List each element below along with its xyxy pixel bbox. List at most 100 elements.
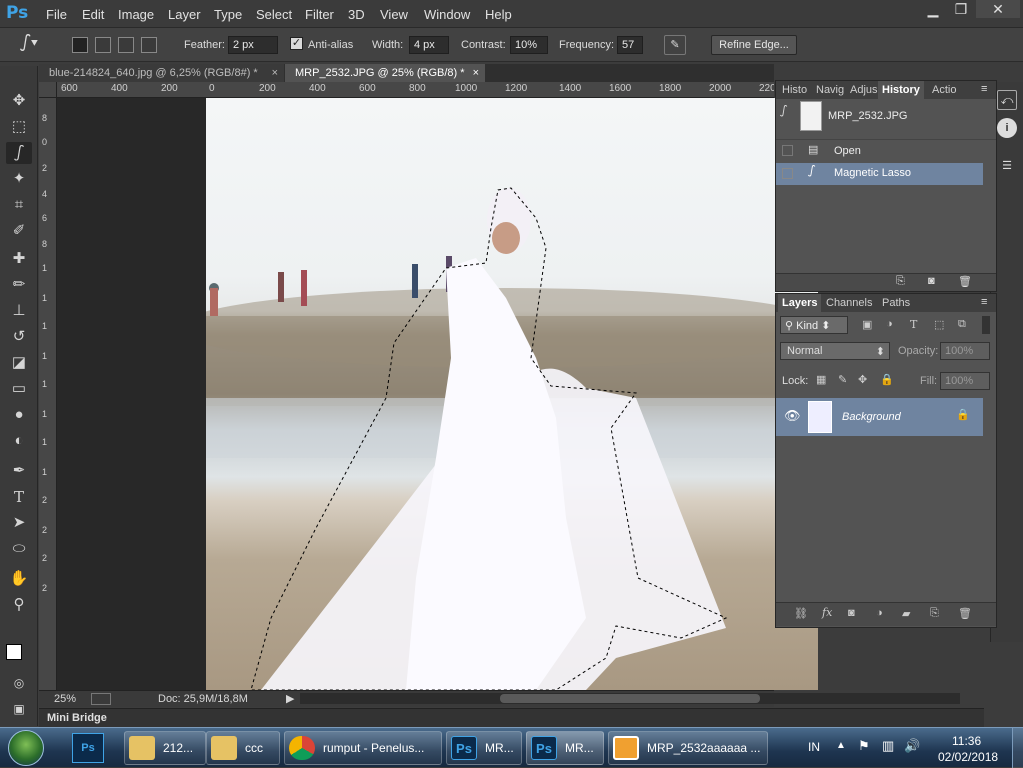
tab-adjustments[interactable]: Adjus: [846, 81, 882, 99]
clock-date[interactable]: 02/02/2018: [938, 750, 998, 764]
properties-dock-icon[interactable]: ☰: [997, 156, 1017, 176]
tab-paths[interactable]: Paths: [878, 294, 914, 312]
tab-close-icon[interactable]: ×: [473, 64, 479, 82]
dodge-tool-icon[interactable]: ◐: [6, 430, 32, 452]
tab-actions[interactable]: Actio: [928, 81, 960, 99]
layer-name[interactable]: Background: [842, 411, 901, 423]
add-mask-icon[interactable]: ◙: [848, 607, 855, 619]
zoom-level[interactable]: 25%: [54, 693, 76, 705]
pen-pressure-icon[interactable]: ✎: [664, 35, 686, 55]
layer-row-background[interactable]: 👁 Background 🔒: [776, 398, 983, 436]
tab-histogram[interactable]: Histo: [778, 81, 811, 99]
history-dock-icon[interactable]: ⤺: [997, 90, 1017, 110]
new-layer-icon[interactable]: ⎘: [930, 607, 939, 620]
taskbar-item-folder-ccc[interactable]: ccc: [206, 731, 280, 765]
history-state-open[interactable]: ▤ Open: [776, 139, 996, 162]
lock-position-icon[interactable]: ✥: [858, 373, 867, 386]
history-brush-icon[interactable]: ↺: [6, 326, 32, 348]
subtract-selection-icon[interactable]: [118, 37, 134, 53]
show-hidden-icons-icon[interactable]: ▲: [836, 740, 846, 751]
quick-mask-icon[interactable]: ◎: [6, 672, 32, 694]
intersect-selection-icon[interactable]: [141, 37, 157, 53]
frequency-input[interactable]: 57: [617, 36, 643, 54]
adjustment-layer-icon[interactable]: ◑: [876, 607, 883, 619]
close-window-button[interactable]: ✕: [976, 0, 1020, 18]
feather-input[interactable]: 2 px: [228, 36, 278, 54]
menu-edit[interactable]: Edit: [82, 7, 104, 22]
start-button-icon[interactable]: [8, 730, 44, 766]
healing-brush-icon[interactable]: ✚: [6, 248, 32, 270]
document-image[interactable]: [206, 98, 818, 690]
filter-smart-object-icon[interactable]: ⧉: [958, 318, 966, 331]
menu-image[interactable]: Image: [118, 7, 154, 22]
menu-type[interactable]: Type: [214, 7, 242, 22]
panel-menu-icon[interactable]: ≡: [981, 296, 987, 308]
filter-pixel-icon[interactable]: ▣: [862, 318, 872, 331]
taskbar-item-photo-viewer[interactable]: MRP_2532aaaaaa ...: [608, 731, 768, 765]
magnetic-lasso-preset-icon[interactable]: ഽ▾: [20, 34, 50, 56]
photoshop-pinned-icon[interactable]: Ps: [72, 733, 104, 763]
ruler-origin[interactable]: [39, 82, 57, 98]
volume-icon[interactable]: 🔊: [904, 738, 920, 754]
move-tool-icon[interactable]: ✥: [6, 90, 32, 112]
zoom-tool-icon[interactable]: ⚲: [6, 594, 32, 616]
tab-blue-jpg[interactable]: blue-214824_640.jpg @ 6,25% (RGB/8#) * ×: [39, 64, 284, 82]
tab-mrp-jpg[interactable]: MRP_2532.JPG @ 25% (RGB/8) * ×: [285, 64, 485, 82]
lock-all-icon[interactable]: 🔒: [880, 373, 894, 386]
brush-tool-icon[interactable]: ✏: [6, 274, 32, 296]
new-group-icon[interactable]: ▰: [902, 607, 910, 620]
action-center-flag-icon[interactable]: ⚑: [858, 738, 870, 754]
new-selection-icon[interactable]: [72, 37, 88, 53]
tab-channels[interactable]: Channels: [822, 294, 876, 312]
lock-transparent-icon[interactable]: ▦: [816, 373, 826, 386]
info-dock-icon[interactable]: i: [997, 118, 1017, 138]
ellipse-tool-icon[interactable]: ⬭: [6, 538, 32, 560]
restore-button[interactable]: ❐: [946, 0, 976, 18]
menu-select[interactable]: Select: [256, 7, 292, 22]
tab-navigator[interactable]: Navig: [812, 81, 848, 99]
tab-close-icon[interactable]: ×: [272, 64, 278, 82]
menu-view[interactable]: View: [380, 7, 408, 22]
menu-file[interactable]: File: [46, 7, 67, 22]
taskbar-item-photoshop-2[interactable]: Ps MR...: [526, 731, 604, 765]
show-desktop-button[interactable]: [1012, 728, 1023, 768]
blur-tool-icon[interactable]: ●: [6, 404, 32, 426]
new-snapshot-icon[interactable]: ◙: [928, 275, 935, 287]
menu-layer[interactable]: Layer: [168, 7, 201, 22]
status-toggle-icon[interactable]: [91, 693, 111, 705]
history-state-magnetic-lasso[interactable]: ഽ Magnetic Lasso: [776, 163, 983, 185]
foreground-color-swatch[interactable]: [6, 644, 22, 660]
filter-adjustment-icon[interactable]: ◑: [886, 318, 893, 330]
gradient-icon[interactable]: ▭: [6, 378, 32, 400]
blend-mode-select[interactable]: Normal ⬍: [780, 342, 890, 360]
lasso-tool-icon[interactable]: ഽ: [6, 142, 32, 164]
path-selection-icon[interactable]: ➤: [6, 512, 32, 534]
minimize-button[interactable]: ▁: [918, 0, 948, 18]
trash-icon[interactable]: 🗑: [958, 275, 972, 288]
link-layers-icon[interactable]: ⛓: [794, 607, 808, 620]
snapshot-name[interactable]: MRP_2532.JPG: [828, 110, 907, 122]
menu-3d[interactable]: 3D: [348, 7, 365, 22]
status-menu-icon[interactable]: ▶: [286, 692, 294, 705]
tab-history[interactable]: History: [878, 81, 924, 99]
visibility-eye-icon[interactable]: 👁: [784, 408, 801, 424]
filter-shape-icon[interactable]: ⬚: [934, 318, 944, 331]
taskbar-item-photoshop-1[interactable]: Ps MR...: [446, 731, 522, 765]
layer-filter-kind[interactable]: ⚲ Kind ⬍: [780, 316, 848, 334]
language-indicator[interactable]: IN: [808, 740, 820, 754]
scrollbar-thumb[interactable]: [500, 694, 760, 703]
lock-paint-icon[interactable]: ✎: [838, 373, 847, 386]
menu-help[interactable]: Help: [485, 7, 512, 22]
fx-icon[interactable]: fx: [822, 606, 832, 619]
tab-layers[interactable]: Layers: [778, 294, 822, 312]
history-brush-source-icon[interactable]: ഽ: [780, 105, 796, 121]
panel-menu-icon[interactable]: ≡: [981, 83, 987, 95]
marquee-tool-icon[interactable]: ⬚: [6, 116, 32, 138]
delete-layer-icon[interactable]: 🗑: [958, 607, 972, 620]
magic-wand-icon[interactable]: ✦: [6, 168, 32, 190]
network-icon[interactable]: ▥: [882, 738, 894, 754]
clock-time[interactable]: 11:36: [952, 734, 981, 748]
contrast-input[interactable]: 10%: [510, 36, 548, 54]
clone-stamp-icon[interactable]: ⊥: [6, 300, 32, 322]
pen-tool-icon[interactable]: ✒: [6, 460, 32, 482]
